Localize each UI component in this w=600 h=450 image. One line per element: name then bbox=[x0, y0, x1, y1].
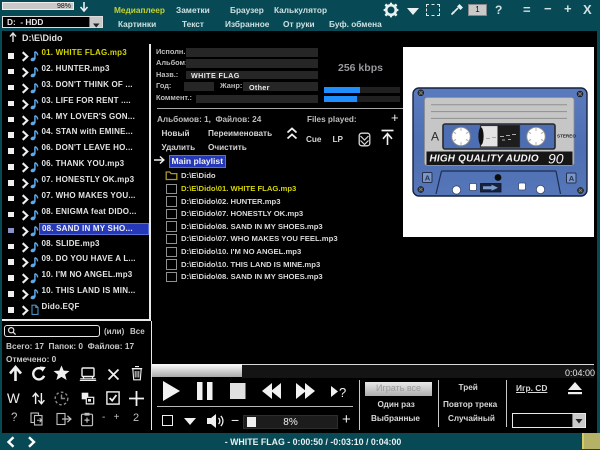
svg-text:90: 90 bbox=[548, 151, 564, 167]
svg-text:A: A bbox=[425, 174, 431, 183]
svg-text:STEREO: STEREO bbox=[557, 134, 576, 139]
svg-text:A: A bbox=[569, 174, 575, 183]
svg-text:A: A bbox=[431, 130, 439, 144]
svg-text:?: ? bbox=[339, 385, 346, 400]
svg-text:HIGH QUALITY AUDIO: HIGH QUALITY AUDIO bbox=[430, 154, 539, 165]
